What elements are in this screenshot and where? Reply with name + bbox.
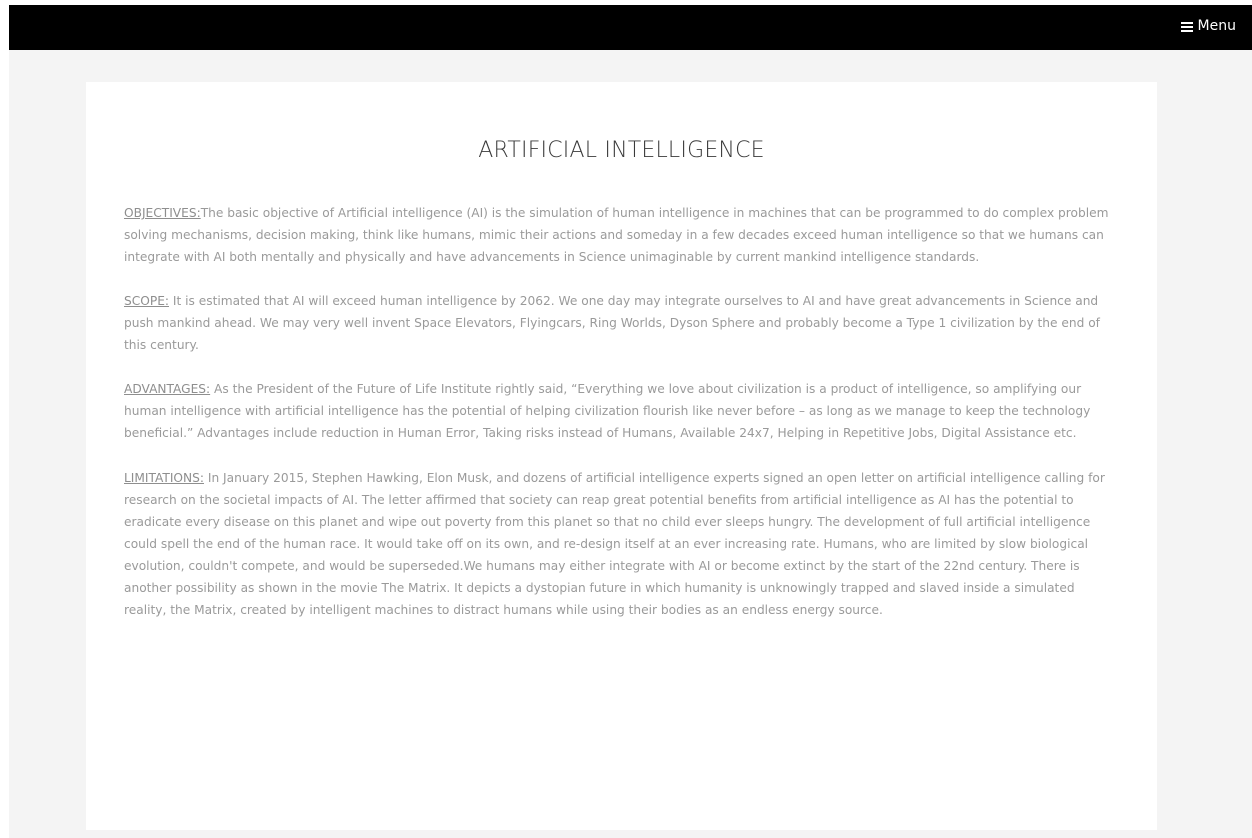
article-body: OBJECTIVES:The basic objective of Artifi…	[124, 202, 1112, 643]
section-objectives: OBJECTIVES:The basic objective of Artifi…	[124, 202, 1112, 268]
section-limitations: LIMITATIONS: In January 2015, Stephen Ha…	[124, 467, 1112, 621]
menu-label: Menu	[1197, 18, 1236, 34]
page-title: ARTIFICIAL INTELLIGENCE	[478, 138, 765, 163]
top-navigation-bar: Menu	[9, 5, 1252, 50]
section-label: ADVANTAGES:	[124, 382, 211, 396]
section-text: In January 2015, Stephen Hawking, Elon M…	[124, 471, 1105, 617]
section-text: It is estimated that AI will exceed huma…	[124, 294, 1100, 352]
content-card: ARTIFICIAL INTELLIGENCE OBJECTIVES:The b…	[86, 82, 1157, 830]
section-advantages: ADVANTAGES: As the President of the Futu…	[124, 378, 1112, 444]
section-label: SCOPE:	[124, 294, 169, 308]
section-scope: SCOPE: It is estimated that AI will exce…	[124, 290, 1112, 356]
section-text: As the President of the Future of Life I…	[124, 382, 1091, 440]
section-label: OBJECTIVES:	[124, 206, 201, 220]
section-text: The basic objective of Artificial intell…	[124, 206, 1109, 264]
hamburger-icon	[1180, 21, 1193, 32]
menu-button[interactable]: Menu	[1180, 18, 1236, 34]
section-label: LIMITATIONS:	[124, 471, 204, 485]
